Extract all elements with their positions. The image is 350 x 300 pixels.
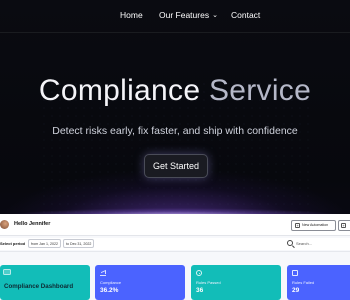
card-value: 36.2%: [100, 287, 119, 294]
date-to-field[interactable]: to Dec 31, 2022: [63, 239, 94, 248]
calculator-icon: [292, 270, 298, 276]
card-title: Compliance Dashboard: [4, 283, 74, 290]
chevron-down-icon: ⌄: [212, 12, 218, 19]
new-automation-button[interactable]: + New Automation: [291, 220, 336, 231]
nav-features-label: Our Features: [159, 10, 210, 20]
card-value: 29: [292, 287, 300, 294]
greeting-text: Hello Jennifer: [14, 221, 51, 227]
nav-features-dropdown[interactable]: Our Features ⌄: [159, 10, 218, 20]
chart-icon: [100, 270, 106, 276]
compliance-dashboard-card[interactable]: Compliance Dashboard: [0, 265, 90, 300]
page-title: Compliance Service: [0, 74, 350, 108]
select-period-label: Select period: [0, 241, 26, 246]
plus-icon: +: [341, 223, 346, 228]
filter-divider: [0, 251, 350, 252]
nav-home-link[interactable]: Home: [120, 10, 143, 20]
compliance-stat-card[interactable]: Compliance 36.2%: [95, 265, 185, 300]
card-label: Compliance: [100, 280, 122, 285]
search-placeholder: Search...: [296, 241, 313, 246]
main-nav: Home Our Features ⌄ Contact: [0, 10, 350, 24]
rules-passed-card[interactable]: Rules Passed 36: [191, 265, 281, 300]
plus-icon: +: [295, 222, 300, 228]
date-from-field[interactable]: from Jan 1, 2022: [28, 239, 61, 248]
search-input[interactable]: Search...: [287, 240, 350, 248]
search-icon: [287, 240, 293, 246]
folder-icon: [3, 269, 11, 275]
dashboard-header: Hello Jennifer + New Automation +: [0, 214, 350, 236]
card-label: Rules Failed: [292, 280, 315, 285]
rules-failed-card[interactable]: Rules Failed 29: [287, 265, 350, 300]
title-accent: Service: [208, 74, 312, 107]
filter-bar: Select period from Jan 1, 2022 to Dec 31…: [0, 238, 350, 250]
get-started-button[interactable]: Get Started: [144, 154, 208, 178]
hero-subtitle: Detect risks early, fix faster, and ship…: [52, 125, 298, 137]
new-automation-label: New Automation: [302, 223, 329, 227]
target-icon: [196, 270, 202, 276]
title-main: Compliance: [38, 74, 201, 107]
card-label: Rules Passed: [196, 280, 221, 285]
secondary-action-button[interactable]: +: [338, 220, 350, 231]
dashboard-preview: Hello Jennifer + New Automation + Select …: [0, 214, 350, 300]
avatar[interactable]: [0, 220, 9, 229]
header-divider: [0, 32, 350, 33]
nav-contact-link[interactable]: Contact: [231, 10, 260, 20]
card-value: 36: [196, 287, 204, 294]
